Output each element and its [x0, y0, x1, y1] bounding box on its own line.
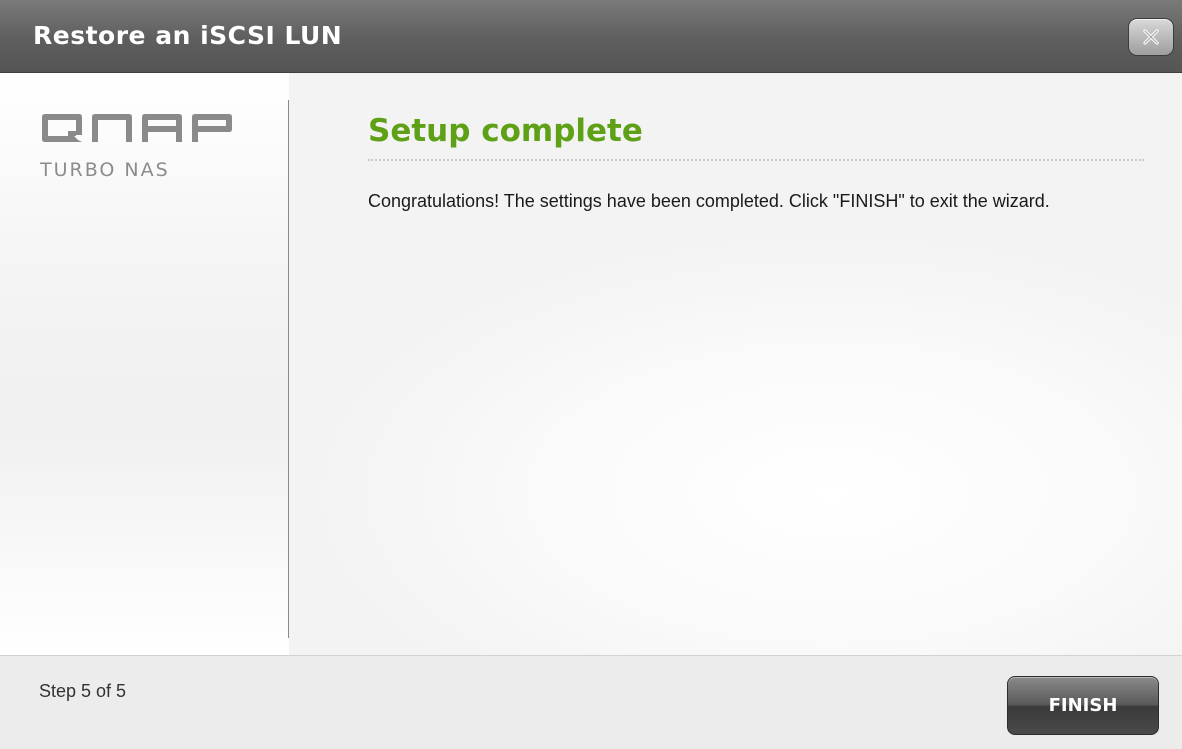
wizard-body: TURBO NAS Setup complete Congratulations… — [0, 73, 1182, 655]
step-indicator: Step 5 of 5 — [39, 681, 127, 701]
qnap-logo — [40, 113, 234, 148]
finish-button[interactable]: FINISH — [1007, 676, 1159, 735]
close-button[interactable] — [1128, 18, 1174, 56]
sidebar-divider — [288, 100, 289, 638]
page-title: Setup complete — [368, 113, 643, 149]
completion-message: Congratulations! The settings have been … — [368, 191, 1050, 211]
wizard-footer: Step 5 of 5 FINISH — [0, 655, 1182, 749]
window-title: Restore an iSCSI LUN — [33, 21, 343, 50]
restore-iscsi-lun-dialog: Restore an iSCSI LUN TURBO NAS Setup com… — [0, 0, 1182, 749]
wizard-sidebar: TURBO NAS — [0, 73, 289, 655]
heading-separator — [368, 159, 1144, 161]
logo-subtitle: TURBO NAS — [40, 159, 170, 181]
close-icon — [1143, 29, 1159, 45]
title-bar: Restore an iSCSI LUN — [0, 0, 1182, 73]
